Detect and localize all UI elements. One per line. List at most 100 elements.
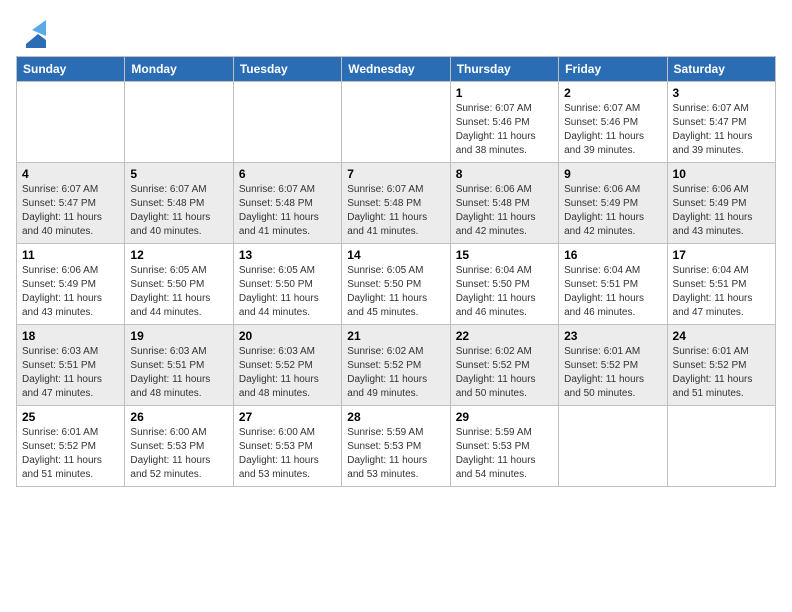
calendar-cell: 14Sunrise: 6:05 AM Sunset: 5:50 PM Dayli… xyxy=(342,244,450,325)
header-saturday: Saturday xyxy=(667,57,775,82)
day-info: Sunrise: 6:07 AM Sunset: 5:47 PM Dayligh… xyxy=(673,102,770,158)
calendar-cell xyxy=(233,82,341,163)
day-number: 8 xyxy=(456,167,553,181)
day-info: Sunrise: 6:02 AM Sunset: 5:52 PM Dayligh… xyxy=(347,345,444,401)
calendar-cell: 13 Sunrise: 6:05 AM Sunset: 5:50 PM Dayli… xyxy=(233,244,341,325)
week-row-4: 18 Sunrise: 6:03 AM Sunset: 5:51 PM Dayli… xyxy=(17,325,776,406)
week-row-3: 11 Sunrise: 6:06 AM Sunset: 5:49 PM Dayli… xyxy=(17,244,776,325)
day-number: 16 xyxy=(564,248,661,262)
day-number: 18 xyxy=(22,329,119,343)
day-info: Sunrise: 6:07 AM Sunset: 5:46 PM Dayligh… xyxy=(564,102,661,158)
header-tuesday: Tuesday xyxy=(233,57,341,82)
day-number: 21 xyxy=(347,329,444,343)
calendar-cell xyxy=(17,82,125,163)
calendar-header-row: SundayMondayTuesdayWednesdayThursdayFrid… xyxy=(17,57,776,82)
calendar-cell: 26 Sunrise: 6:00 AM Sunset: 5:53 PM Dayli… xyxy=(125,406,233,487)
day-number: 9 xyxy=(564,167,661,181)
calendar-cell: 12Sunrise: 6:05 AM Sunset: 5:50 PM Dayli… xyxy=(125,244,233,325)
week-row-5: 25 Sunrise: 6:01 AM Sunset: 5:52 PM Dayli… xyxy=(17,406,776,487)
calendar-cell: 19 Sunrise: 6:03 AM Sunset: 5:51 PM Dayli… xyxy=(125,325,233,406)
day-info: Sunrise: 6:03 AM Sunset: 5:51 PM Dayligh… xyxy=(22,345,119,401)
day-info: Sunrise: 6:07 AM Sunset: 5:46 PM Dayligh… xyxy=(456,102,553,158)
day-number: 19 xyxy=(130,329,227,343)
day-number: 28 xyxy=(347,410,444,424)
calendar-cell: 18 Sunrise: 6:03 AM Sunset: 5:51 PM Dayli… xyxy=(17,325,125,406)
calendar-cell: 22 Sunrise: 6:02 AM Sunset: 5:52 PM Dayli… xyxy=(450,325,558,406)
calendar-cell: 3 Sunrise: 6:07 AM Sunset: 5:47 PM Daylig… xyxy=(667,82,775,163)
header-monday: Monday xyxy=(125,57,233,82)
calendar-cell: 9Sunrise: 6:06 AM Sunset: 5:49 PM Daylig… xyxy=(559,163,667,244)
logo-icon xyxy=(18,20,46,48)
day-number: 25 xyxy=(22,410,119,424)
day-number: 2 xyxy=(564,86,661,100)
header-thursday: Thursday xyxy=(450,57,558,82)
day-info: Sunrise: 6:05 AM Sunset: 5:50 PM Dayligh… xyxy=(239,264,336,320)
calendar-cell xyxy=(342,82,450,163)
day-number: 26 xyxy=(130,410,227,424)
calendar-cell xyxy=(125,82,233,163)
day-number: 27 xyxy=(239,410,336,424)
day-number: 3 xyxy=(673,86,770,100)
day-info: Sunrise: 6:03 AM Sunset: 5:52 PM Dayligh… xyxy=(239,345,336,401)
day-number: 7 xyxy=(347,167,444,181)
day-number: 13 xyxy=(239,248,336,262)
day-number: 10 xyxy=(673,167,770,181)
day-number: 15 xyxy=(456,248,553,262)
day-number: 11 xyxy=(22,248,119,262)
day-info: Sunrise: 6:07 AM Sunset: 5:48 PM Dayligh… xyxy=(239,183,336,239)
calendar-cell: 29 Sunrise: 5:59 AM Sunset: 5:53 PM Dayli… xyxy=(450,406,558,487)
calendar-cell: 24 Sunrise: 6:01 AM Sunset: 5:52 PM Dayli… xyxy=(667,325,775,406)
day-info: Sunrise: 6:03 AM Sunset: 5:51 PM Dayligh… xyxy=(130,345,227,401)
week-row-1: 1 Sunrise: 6:07 AM Sunset: 5:46 PM Daylig… xyxy=(17,82,776,163)
calendar-cell: 28 Sunrise: 5:59 AM Sunset: 5:53 PM Dayli… xyxy=(342,406,450,487)
day-number: 22 xyxy=(456,329,553,343)
calendar-cell: 23 Sunrise: 6:01 AM Sunset: 5:52 PM Dayli… xyxy=(559,325,667,406)
day-info: Sunrise: 6:00 AM Sunset: 5:53 PM Dayligh… xyxy=(130,426,227,482)
header-wednesday: Wednesday xyxy=(342,57,450,82)
day-number: 23 xyxy=(564,329,661,343)
day-number: 29 xyxy=(456,410,553,424)
day-number: 14 xyxy=(347,248,444,262)
day-info: Sunrise: 6:00 AM Sunset: 5:53 PM Dayligh… xyxy=(239,426,336,482)
header-sunday: Sunday xyxy=(17,57,125,82)
calendar-cell: 27 Sunrise: 6:00 AM Sunset: 5:53 PM Dayli… xyxy=(233,406,341,487)
calendar-cell: 17 Sunrise: 6:04 AM Sunset: 5:51 PM Dayli… xyxy=(667,244,775,325)
calendar-cell: 1 Sunrise: 6:07 AM Sunset: 5:46 PM Daylig… xyxy=(450,82,558,163)
calendar-table: SundayMondayTuesdayWednesdayThursdayFrid… xyxy=(16,56,776,487)
day-info: Sunrise: 6:06 AM Sunset: 5:49 PM Dayligh… xyxy=(22,264,119,320)
day-info: Sunrise: 6:01 AM Sunset: 5:52 PM Dayligh… xyxy=(564,345,661,401)
day-info: Sunrise: 5:59 AM Sunset: 5:53 PM Dayligh… xyxy=(456,426,553,482)
day-info: Sunrise: 6:07 AM Sunset: 5:48 PM Dayligh… xyxy=(130,183,227,239)
calendar-cell xyxy=(667,406,775,487)
day-info: Sunrise: 6:02 AM Sunset: 5:52 PM Dayligh… xyxy=(456,345,553,401)
calendar-cell: 4 Sunrise: 6:07 AM Sunset: 5:47 PM Daylig… xyxy=(17,163,125,244)
calendar-cell: 11 Sunrise: 6:06 AM Sunset: 5:49 PM Dayli… xyxy=(17,244,125,325)
week-row-2: 4 Sunrise: 6:07 AM Sunset: 5:47 PM Daylig… xyxy=(17,163,776,244)
day-info: Sunrise: 6:01 AM Sunset: 5:52 PM Dayligh… xyxy=(673,345,770,401)
calendar-cell: 25 Sunrise: 6:01 AM Sunset: 5:52 PM Dayli… xyxy=(17,406,125,487)
day-info: Sunrise: 6:04 AM Sunset: 5:50 PM Dayligh… xyxy=(456,264,553,320)
day-number: 24 xyxy=(673,329,770,343)
day-info: Sunrise: 6:06 AM Sunset: 5:48 PM Dayligh… xyxy=(456,183,553,239)
day-number: 20 xyxy=(239,329,336,343)
calendar-cell: 8 Sunrise: 6:06 AM Sunset: 5:48 PM Daylig… xyxy=(450,163,558,244)
day-info: Sunrise: 6:01 AM Sunset: 5:52 PM Dayligh… xyxy=(22,426,119,482)
day-info: Sunrise: 6:04 AM Sunset: 5:51 PM Dayligh… xyxy=(564,264,661,320)
calendar-cell: 20 Sunrise: 6:03 AM Sunset: 5:52 PM Dayli… xyxy=(233,325,341,406)
day-number: 6 xyxy=(239,167,336,181)
day-info: Sunrise: 6:07 AM Sunset: 5:48 PM Dayligh… xyxy=(347,183,444,239)
day-number: 1 xyxy=(456,86,553,100)
day-number: 17 xyxy=(673,248,770,262)
day-number: 12 xyxy=(130,248,227,262)
calendar-cell: 2 Sunrise: 6:07 AM Sunset: 5:46 PM Daylig… xyxy=(559,82,667,163)
day-number: 5 xyxy=(130,167,227,181)
day-info: Sunrise: 6:04 AM Sunset: 5:51 PM Dayligh… xyxy=(673,264,770,320)
calendar-cell: 5 Sunrise: 6:07 AM Sunset: 5:48 PM Daylig… xyxy=(125,163,233,244)
day-info: Sunrise: 6:07 AM Sunset: 5:47 PM Dayligh… xyxy=(22,183,119,239)
calendar-cell: 16 Sunrise: 6:04 AM Sunset: 5:51 PM Dayli… xyxy=(559,244,667,325)
page-header xyxy=(16,16,776,48)
day-number: 4 xyxy=(22,167,119,181)
calendar-cell: 10Sunrise: 6:06 AM Sunset: 5:49 PM Dayli… xyxy=(667,163,775,244)
logo xyxy=(16,20,46,48)
day-info: Sunrise: 5:59 AM Sunset: 5:53 PM Dayligh… xyxy=(347,426,444,482)
